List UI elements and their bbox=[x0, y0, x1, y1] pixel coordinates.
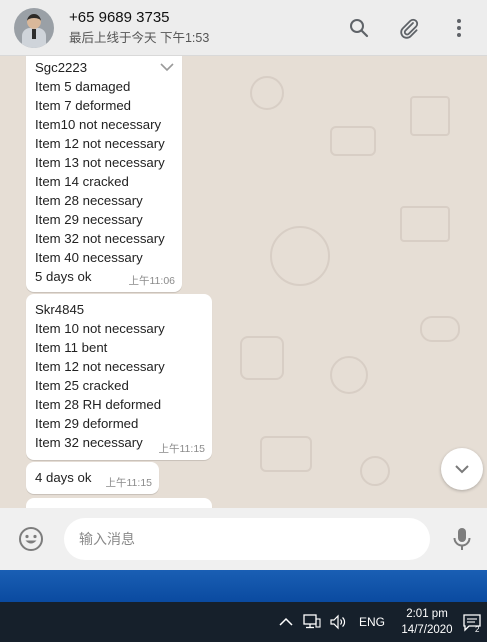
message-line: Skr4845 bbox=[35, 302, 85, 317]
message-timestamp: 上午11:15 bbox=[105, 477, 153, 489]
clock-time: 2:01 pm bbox=[406, 608, 448, 620]
message-line: Item 13 not necessary bbox=[35, 155, 165, 170]
contact-avatar[interactable] bbox=[14, 7, 54, 48]
contact-status: 最后上线于今天 下午1:53 bbox=[69, 30, 210, 45]
message-input[interactable] bbox=[64, 518, 430, 560]
chat-area[interactable]: Sgc2223 Item 5 damaged Item 7 deformed I… bbox=[0, 56, 487, 508]
message-line: Item 11 bent bbox=[35, 340, 108, 355]
taskbar-clock[interactable]: 2:01 pm 14/7/2020 bbox=[395, 606, 459, 638]
notification-count: 2 bbox=[475, 625, 480, 633]
menu-icon[interactable] bbox=[447, 16, 471, 40]
contact-info[interactable]: +65 9689 3735 最后上线于今天 下午1:53 bbox=[69, 9, 347, 47]
message-line: Item 12 not necessary bbox=[35, 136, 165, 151]
chevron-up-icon[interactable] bbox=[275, 611, 297, 633]
background-doodle bbox=[270, 226, 330, 286]
message-line: Item 5 damaged bbox=[35, 79, 131, 94]
message-line: Item 29 necessary bbox=[35, 212, 143, 227]
chat-header: +65 9689 3735 最后上线于今天 下午1:53 bbox=[0, 0, 487, 56]
contact-name: +65 9689 3735 bbox=[69, 8, 170, 26]
volume-icon[interactable] bbox=[327, 611, 349, 633]
clock-date: 14/7/2020 bbox=[401, 624, 453, 636]
message-bubble[interactable]: 4 days ok 上午11:15 bbox=[26, 462, 159, 494]
message-line: Item 14 cracked bbox=[35, 174, 129, 189]
message-line: Item 7 deformed bbox=[35, 98, 132, 113]
message-bubble[interactable]: Skr4845 Item 10 not necessary Item 11 be… bbox=[26, 294, 212, 460]
message-line: Item 29 deformed bbox=[35, 416, 139, 431]
message-line: Item10 not necessary bbox=[35, 117, 162, 132]
message-line: Item 40 necessary bbox=[35, 250, 143, 265]
message-line: Item 10 not necessary bbox=[35, 321, 165, 336]
message-timestamp: 上午11:15 bbox=[158, 443, 206, 455]
desktop-wallpaper bbox=[0, 570, 487, 602]
background-doodle bbox=[250, 76, 284, 110]
background-doodle bbox=[330, 356, 368, 394]
chevron-down-icon[interactable] bbox=[160, 60, 174, 75]
attach-icon[interactable] bbox=[397, 16, 421, 40]
search-icon[interactable] bbox=[347, 16, 371, 40]
notification-center-icon[interactable]: 2 bbox=[459, 609, 485, 635]
message-bubble[interactable] bbox=[26, 498, 212, 508]
background-doodle bbox=[260, 436, 312, 472]
microphone-icon[interactable] bbox=[450, 526, 474, 552]
message-line: Item 28 RH deformed bbox=[35, 397, 162, 412]
scroll-down-button[interactable] bbox=[441, 448, 483, 490]
message-timestamp: 上午11:06 bbox=[128, 275, 176, 287]
message-composer bbox=[0, 508, 487, 570]
network-icon[interactable] bbox=[301, 611, 323, 633]
background-doodle bbox=[360, 456, 390, 486]
background-doodle bbox=[410, 96, 450, 136]
background-doodle bbox=[240, 336, 284, 380]
message-bubble[interactable]: Sgc2223 Item 5 damaged Item 7 deformed I… bbox=[26, 56, 182, 292]
message-line: Item 32 not necessary bbox=[35, 231, 165, 246]
background-doodle bbox=[420, 316, 460, 342]
message-line: Item 28 necessary bbox=[35, 193, 143, 208]
message-line: Item 12 not necessary bbox=[35, 359, 165, 374]
taskbar: ENG 2:01 pm 14/7/2020 2 bbox=[0, 602, 487, 642]
message-line: Sgc2223 bbox=[35, 60, 88, 75]
background-doodle bbox=[330, 126, 376, 156]
emoji-icon[interactable] bbox=[18, 526, 44, 552]
background-doodle bbox=[400, 206, 450, 242]
message-line: Item 25 cracked bbox=[35, 378, 129, 393]
language-indicator[interactable]: ENG bbox=[359, 615, 385, 629]
